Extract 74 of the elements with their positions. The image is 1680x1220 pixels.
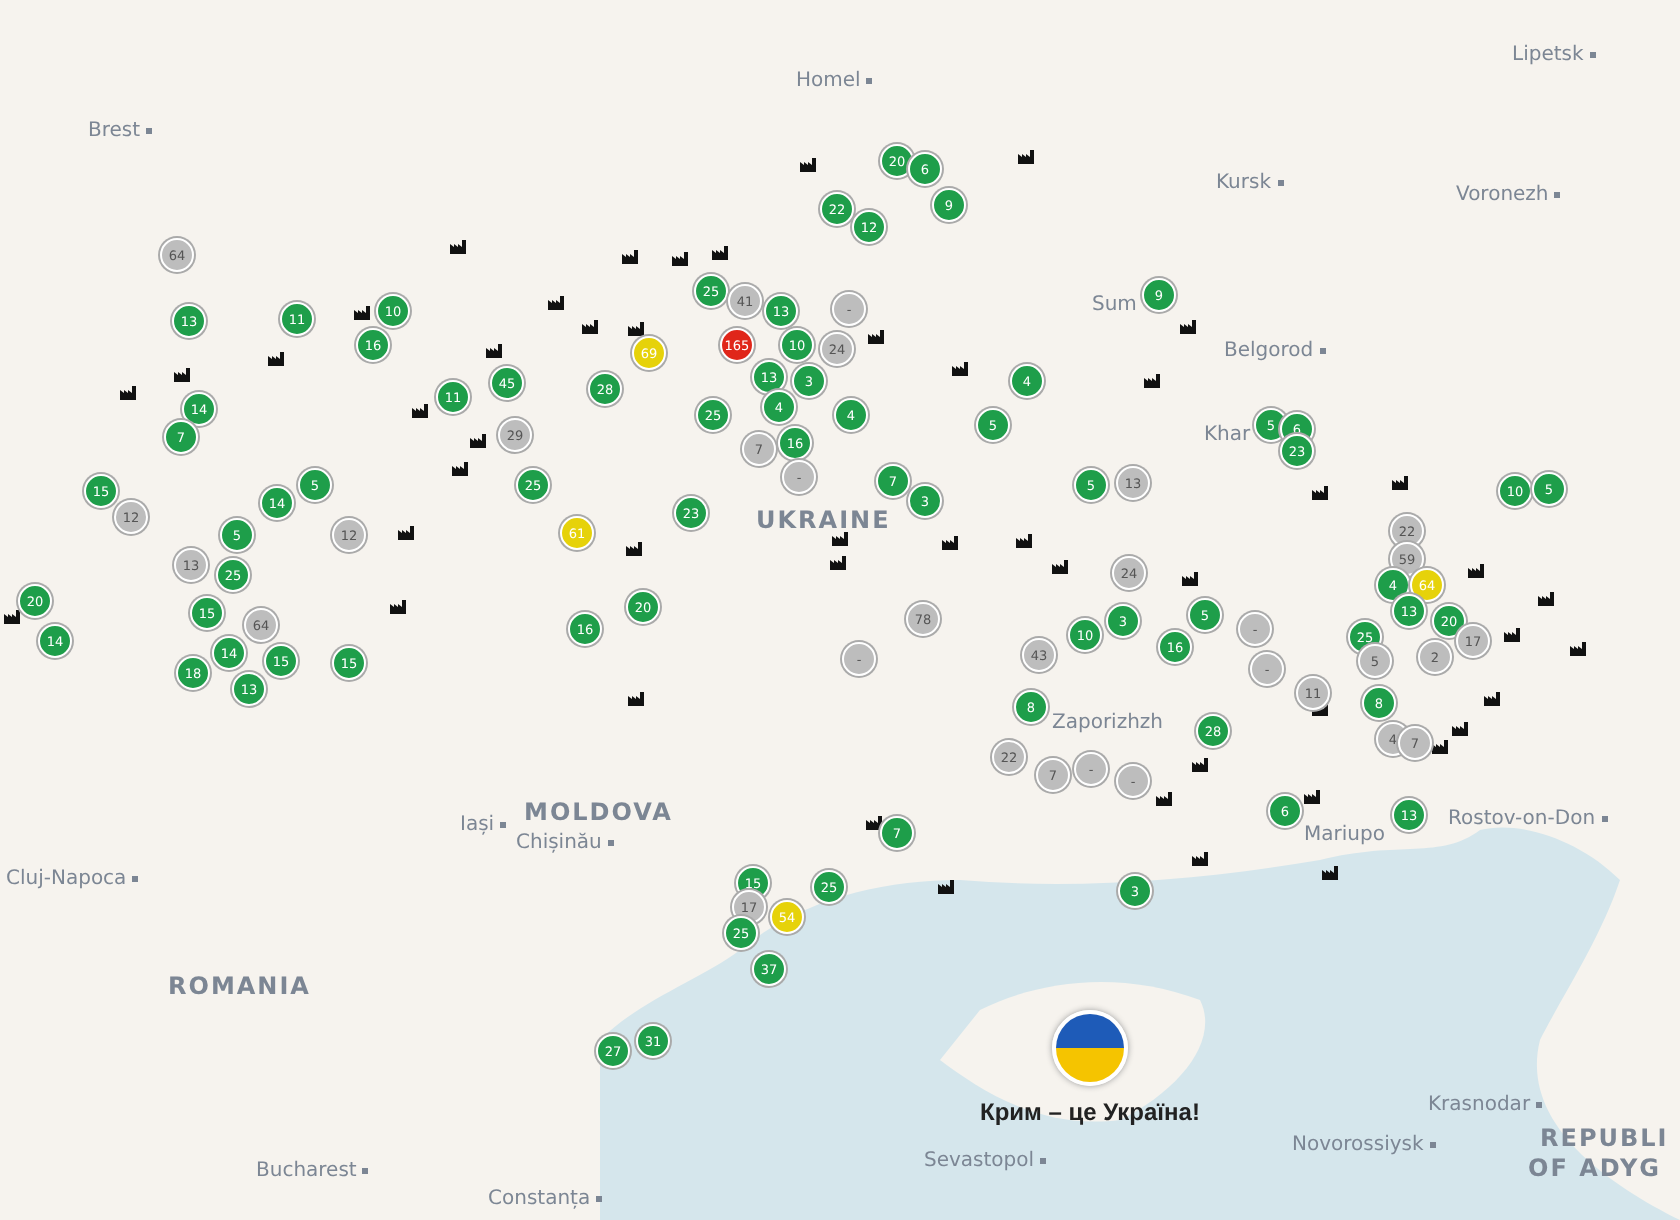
factory-icon[interactable] — [628, 322, 644, 336]
factory-icon[interactable] — [830, 556, 846, 570]
factory-icon[interactable] — [1538, 592, 1554, 606]
factory-icon[interactable] — [412, 404, 428, 418]
city-label: Homel — [796, 70, 873, 92]
factory-icon[interactable] — [1452, 722, 1468, 736]
factory-icon[interactable] — [1312, 486, 1328, 500]
factory-icon[interactable] — [866, 816, 882, 830]
city-label: Chișinău — [516, 832, 614, 854]
city-label: Khar — [1204, 424, 1251, 446]
country-label: MOLDOVA — [524, 798, 673, 826]
country-label: ROMANIA — [168, 972, 311, 1000]
factory-icon[interactable] — [1484, 692, 1500, 706]
city-label: Sevastopol — [924, 1150, 1047, 1172]
factory-icon[interactable] — [712, 246, 728, 260]
city-label: Krasnodar — [1428, 1094, 1543, 1116]
factory-icon[interactable] — [1570, 642, 1586, 656]
factory-icon[interactable] — [1504, 628, 1520, 642]
city-label: Cluj-Napoca — [6, 868, 139, 890]
city-label: Voronezh — [1456, 184, 1561, 206]
factory-icon[interactable] — [1322, 866, 1338, 880]
factory-icon[interactable] — [1052, 560, 1068, 574]
flag-icon — [1051, 1010, 1128, 1086]
factory-icon[interactable] — [470, 434, 486, 448]
factory-icon[interactable] — [268, 352, 284, 366]
factory-icon[interactable] — [1468, 564, 1484, 578]
factory-icon[interactable] — [800, 158, 816, 172]
factory-icon[interactable] — [174, 368, 190, 382]
factory-icon[interactable] — [452, 462, 468, 476]
factory-icon[interactable] — [1304, 790, 1320, 804]
factory-icon[interactable] — [4, 610, 20, 624]
city-label: Iași — [460, 814, 507, 836]
factory-icon[interactable] — [1016, 534, 1032, 548]
factory-icon[interactable] — [1144, 374, 1160, 388]
factory-icon[interactable] — [1192, 852, 1208, 866]
factory-icon[interactable] — [1192, 758, 1208, 772]
city-label: Zaporizhzh — [1052, 712, 1164, 734]
city-label: Kursk — [1216, 172, 1284, 194]
factory-icon[interactable] — [398, 526, 414, 540]
factory-icon[interactable] — [672, 252, 688, 266]
factory-icon[interactable] — [1392, 476, 1408, 490]
city-label: Lipetsk — [1512, 44, 1596, 66]
factory-icon[interactable] — [390, 600, 406, 614]
city-label: Belgorod — [1224, 340, 1326, 362]
factory-icon[interactable] — [868, 330, 884, 344]
factory-icon[interactable] — [626, 542, 642, 556]
factory-icon[interactable] — [548, 296, 564, 310]
country-label: UKRAINE — [756, 506, 891, 534]
city-label: Bucharest — [256, 1160, 369, 1182]
factory-icon[interactable] — [952, 362, 968, 376]
city-label: Novorossiysk — [1292, 1134, 1436, 1156]
city-label: Rostov-on-Don — [1448, 808, 1608, 830]
country-label: OF ADYG — [1528, 1154, 1661, 1182]
factory-icon[interactable] — [1018, 150, 1034, 164]
city-label: Mariupo — [1304, 824, 1385, 846]
factory-icon[interactable] — [1156, 792, 1172, 806]
city-label: Brest — [88, 120, 153, 142]
city-label: Constanța — [488, 1188, 603, 1210]
factory-icon[interactable] — [582, 320, 598, 334]
factory-icon[interactable] — [354, 306, 370, 320]
factory-icon[interactable] — [486, 344, 502, 358]
factory-icon[interactable] — [1182, 572, 1198, 586]
factory-icon[interactable] — [942, 536, 958, 550]
factory-icon[interactable] — [622, 250, 638, 264]
factory-icon[interactable] — [1180, 320, 1196, 334]
crimea-caption: Крим – це Україна! — [980, 1098, 1200, 1126]
factory-icon[interactable] — [832, 532, 848, 546]
country-label: REPUBLI — [1540, 1124, 1669, 1152]
factory-icon[interactable] — [938, 880, 954, 894]
city-label: Sum — [1092, 294, 1137, 316]
factory-icon[interactable] — [450, 240, 466, 254]
factory-icon[interactable] — [628, 692, 644, 706]
factory-icon[interactable] — [120, 386, 136, 400]
factory-icon[interactable] — [1432, 740, 1448, 754]
